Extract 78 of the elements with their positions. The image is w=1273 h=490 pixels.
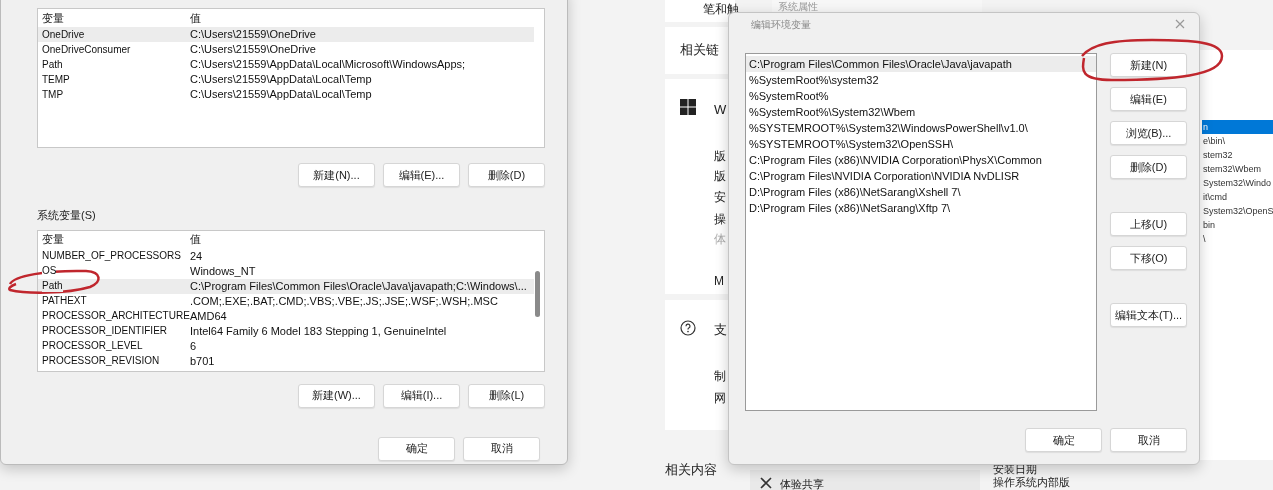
variable-name: Path bbox=[42, 280, 63, 292]
dialog-button[interactable]: 新建(N) bbox=[1110, 53, 1187, 77]
variable-name: TMP bbox=[42, 88, 64, 101]
help-icon bbox=[680, 320, 696, 336]
variable-value: AMD64 bbox=[190, 309, 227, 323]
path-entry[interactable]: n bbox=[1202, 120, 1273, 134]
path-entry[interactable]: stem32\Wbem bbox=[1202, 162, 1273, 176]
settings-text: 体验共享 bbox=[780, 477, 824, 490]
variable-value: Intel64 Family 6 Model 183 Stepping 1, GenuineIntel bbox=[190, 324, 447, 338]
settings-text: 操作系统内部版 bbox=[993, 476, 1070, 489]
settings-text: 相关链 bbox=[680, 41, 719, 59]
settings-text: 体 bbox=[714, 231, 726, 248]
variable-value: 24 bbox=[190, 249, 203, 263]
path-entry[interactable]: stem32 bbox=[1202, 148, 1273, 162]
column-header: 变量 bbox=[41, 10, 65, 26]
settings-text: M bbox=[714, 273, 724, 290]
dialog-button[interactable]: 编辑(E) bbox=[1110, 87, 1187, 111]
settings-text: 版 bbox=[714, 168, 726, 185]
column-header: 变量 bbox=[41, 232, 65, 248]
variable-value: Windows_NT bbox=[190, 264, 256, 278]
path-entry[interactable]: C:\Program Files\Common Files\Oracle\Java\javapath bbox=[746, 56, 1096, 72]
dialog-button[interactable]: 上移(U) bbox=[1110, 212, 1187, 236]
variable-row[interactable]: OneDrive C:\Users\21559\OneDrive bbox=[38, 27, 534, 42]
variable-name: PATHEXT bbox=[42, 295, 87, 307]
variable-value: C:\Program Files\Common Files\Oracle\Java\javapath;C:\Windows\... bbox=[190, 279, 527, 293]
variable-name: Path bbox=[42, 58, 63, 71]
dialog-button[interactable]: 编辑(I)... bbox=[383, 383, 460, 408]
column-header: 值 bbox=[190, 232, 201, 248]
section-label: 系统变量(S) bbox=[37, 208, 97, 223]
settings-text: 安 bbox=[714, 189, 726, 206]
variable-value: C:\Users\21559\AppData\Local\Temp bbox=[190, 73, 372, 86]
path-entry[interactable]: System32\Windo bbox=[1202, 176, 1273, 190]
dialog-button[interactable]: 取消 bbox=[463, 436, 540, 461]
variable-name: PROCESSOR_ARCHITECTURE bbox=[42, 310, 190, 322]
variable-value: C:\Users\21559\OneDrive bbox=[190, 28, 316, 41]
variable-value: .COM;.EXE;.BAT;.CMD;.VBS;.VBE;.JS;.JSE;.WSF;.WSH;.MSC bbox=[190, 294, 498, 308]
variable-value: C:\Users\21559\AppData\Local\Microsoft\WindowsApps; bbox=[190, 58, 466, 71]
variable-name: PROCESSOR_IDENTIFIER bbox=[42, 325, 168, 337]
variable-value: C:\Users\21559\AppData\Local\Temp bbox=[190, 88, 372, 101]
dialog-button[interactable]: 下移(O) bbox=[1110, 246, 1187, 270]
variable-name: PROCESSOR_REVISION bbox=[42, 355, 160, 367]
variable-name: OneDrive bbox=[42, 28, 85, 41]
variable-name: OS bbox=[42, 265, 57, 277]
path-entry[interactable]: bin bbox=[1202, 218, 1273, 232]
settings-text: 支 bbox=[714, 321, 727, 339]
settings-text: 操 bbox=[714, 211, 726, 228]
path-entry[interactable]: System32\OpenS bbox=[1202, 204, 1273, 218]
variable-name: NUMBER_OF_PROCESSORS bbox=[42, 250, 181, 262]
settings-text: 制 bbox=[714, 368, 726, 385]
dialog-button[interactable]: 确定 bbox=[378, 436, 455, 461]
column-header: 值 bbox=[190, 10, 201, 26]
close-icon[interactable] bbox=[1175, 19, 1185, 29]
variable-name: OneDriveConsumer bbox=[42, 43, 131, 56]
dialog-button[interactable]: 取消 bbox=[1110, 428, 1187, 452]
variable-value: 6 bbox=[190, 339, 197, 353]
windows-logo-icon bbox=[680, 99, 696, 115]
dialog-title: 编辑环境变量 bbox=[751, 17, 811, 32]
path-entry[interactable]: e\bin\ bbox=[1202, 134, 1273, 148]
dialog-button[interactable]: 浏览(B)... bbox=[1110, 121, 1187, 145]
settings-text: 版 bbox=[714, 148, 726, 165]
variable-name: TEMP bbox=[42, 73, 70, 86]
dialog-button[interactable]: 删除(D) bbox=[468, 163, 545, 187]
variable-value: C:\Users\21559\OneDrive bbox=[190, 43, 316, 56]
scrollbar-thumb[interactable] bbox=[535, 270, 540, 317]
dialog-button[interactable]: 新建(N)... bbox=[298, 163, 375, 187]
variable-value: b701 bbox=[190, 354, 215, 368]
variable-name: PROCESSOR_LEVEL bbox=[42, 340, 143, 352]
dialog-button[interactable]: 编辑文本(T)... bbox=[1110, 303, 1187, 327]
dialog-button[interactable]: 确定 bbox=[1025, 428, 1102, 452]
settings-text: W bbox=[714, 101, 727, 119]
settings-text: 网 bbox=[714, 390, 726, 407]
dialog-button[interactable]: 编辑(E)... bbox=[383, 163, 460, 187]
dialog-button[interactable]: 删除(D) bbox=[1110, 155, 1187, 179]
settings-text: 相关内容 bbox=[665, 461, 717, 479]
path-entry[interactable]: \ bbox=[1202, 232, 1273, 246]
dialog-button[interactable]: 新建(W)... bbox=[298, 383, 375, 408]
dialog-button[interactable]: 删除(L) bbox=[468, 383, 545, 408]
path-entry[interactable]: it\cmd bbox=[1202, 190, 1273, 204]
